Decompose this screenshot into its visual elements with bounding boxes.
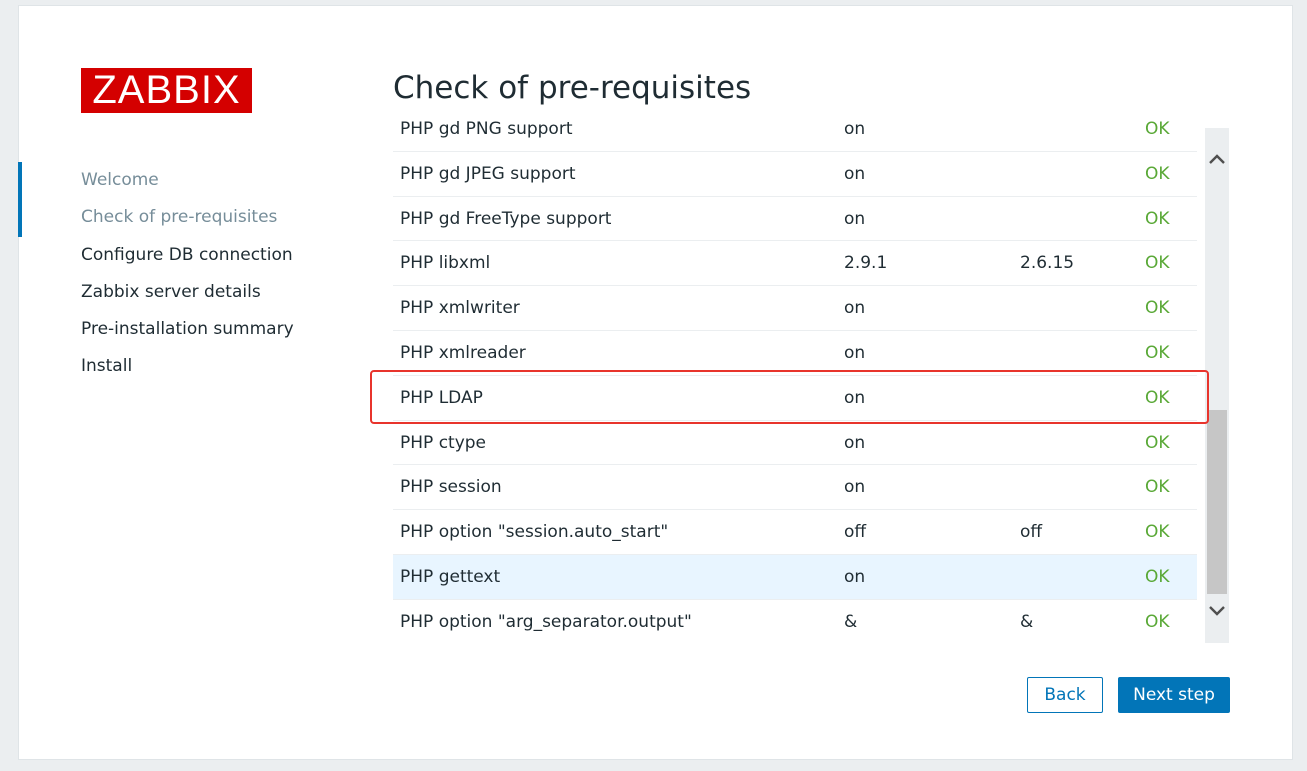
requirement-name: PHP option "arg_separator.output" <box>400 611 692 632</box>
requirements-table-viewport[interactable]: PHP gd PNG support on OK PHP gd JPEG sup… <box>393 108 1197 644</box>
requirement-name: PHP gd JPEG support <box>400 163 576 184</box>
requirement-name: PHP libxml <box>400 253 491 274</box>
table-row: PHP libxml 2.9.1 2.6.15 OK <box>393 241 1197 287</box>
requirement-name: PHP gd FreeType support <box>400 208 612 229</box>
current-value: on <box>844 119 866 139</box>
current-value: on <box>844 208 866 229</box>
requirement-name: PHP ctype <box>400 432 487 453</box>
table-row-ldap: PHP LDAP on OK <box>393 376 1197 421</box>
zabbix-logo: ZABBIX <box>81 68 252 113</box>
table-row-hovered: PHP gettext on OK <box>393 554 1197 600</box>
required-value: off <box>1020 522 1043 543</box>
page-title: Check of pre-requisites <box>393 70 752 106</box>
nav-step-welcome: Welcome <box>81 170 159 190</box>
nav-step-prerequisites: Check of pre-requisites <box>81 207 278 228</box>
current-value: on <box>844 163 866 184</box>
current-value: on <box>844 566 866 587</box>
current-value: on <box>844 432 866 453</box>
nav-progress-indicator <box>18 162 22 237</box>
requirement-name: PHP gettext <box>400 566 501 587</box>
requirements-table: PHP gd PNG support on OK PHP gd JPEG sup… <box>393 108 1197 644</box>
table-scrollbar[interactable] <box>1205 128 1229 643</box>
required-value: 2.6.15 <box>1020 253 1075 274</box>
result-status: OK <box>1145 342 1170 363</box>
chevron-up-icon[interactable] <box>1205 146 1229 172</box>
current-value: & <box>844 611 858 632</box>
current-value: on <box>844 298 866 319</box>
result-status: OK <box>1145 253 1170 274</box>
table-row: PHP option "arg_separator.output" & & OK <box>393 600 1197 644</box>
result-status: OK <box>1145 432 1170 453</box>
scrollbar-thumb[interactable] <box>1207 410 1227 594</box>
requirement-name: PHP session <box>400 477 502 498</box>
table-row: PHP gd FreeType support on OK <box>393 197 1197 242</box>
result-status: OK <box>1145 477 1170 498</box>
back-button[interactable]: Back <box>1027 677 1103 713</box>
result-status: OK <box>1145 611 1170 632</box>
requirement-name: PHP xmlwriter <box>400 298 520 319</box>
table-row: PHP xmlwriter on OK <box>393 286 1197 331</box>
setup-steps-nav: Welcome Check of pre-requisites Configur… <box>81 166 294 390</box>
requirement-name: PHP option "session.auto_start" <box>400 522 669 543</box>
table-row: PHP gd PNG support on OK <box>393 108 1197 152</box>
nav-step-install: Install <box>81 356 133 377</box>
result-status: OK <box>1145 208 1170 229</box>
nav-step-server-details: Zabbix server details <box>81 281 261 302</box>
current-value: off <box>844 522 867 543</box>
table-row: PHP ctype on OK <box>393 421 1197 466</box>
table-row: PHP gd JPEG support on OK <box>393 152 1197 197</box>
nav-step-db-connection: Configure DB connection <box>81 244 293 265</box>
table-row: PHP session on OK <box>393 465 1197 511</box>
result-status: OK <box>1145 298 1170 319</box>
result-status: OK <box>1145 566 1170 587</box>
table-row: PHP option "session.auto_start" off off … <box>393 510 1197 555</box>
current-value: 2.9.1 <box>844 253 888 274</box>
result-status: OK <box>1145 522 1170 543</box>
next-step-button[interactable]: Next step <box>1118 677 1230 713</box>
required-value: & <box>1020 611 1034 632</box>
current-value: on <box>844 387 866 408</box>
requirement-name: PHP xmlreader <box>400 342 526 363</box>
result-status: OK <box>1145 119 1170 139</box>
current-value: on <box>844 342 866 363</box>
result-status: OK <box>1145 387 1170 408</box>
current-value: on <box>844 477 866 498</box>
requirement-name: PHP LDAP <box>400 387 483 408</box>
result-status: OK <box>1145 163 1170 184</box>
nav-step-summary: Pre-installation summary <box>81 319 294 340</box>
chevron-down-icon[interactable] <box>1205 598 1229 624</box>
table-row: PHP xmlreader on OK <box>393 331 1197 376</box>
requirement-name: PHP gd PNG support <box>400 119 573 139</box>
